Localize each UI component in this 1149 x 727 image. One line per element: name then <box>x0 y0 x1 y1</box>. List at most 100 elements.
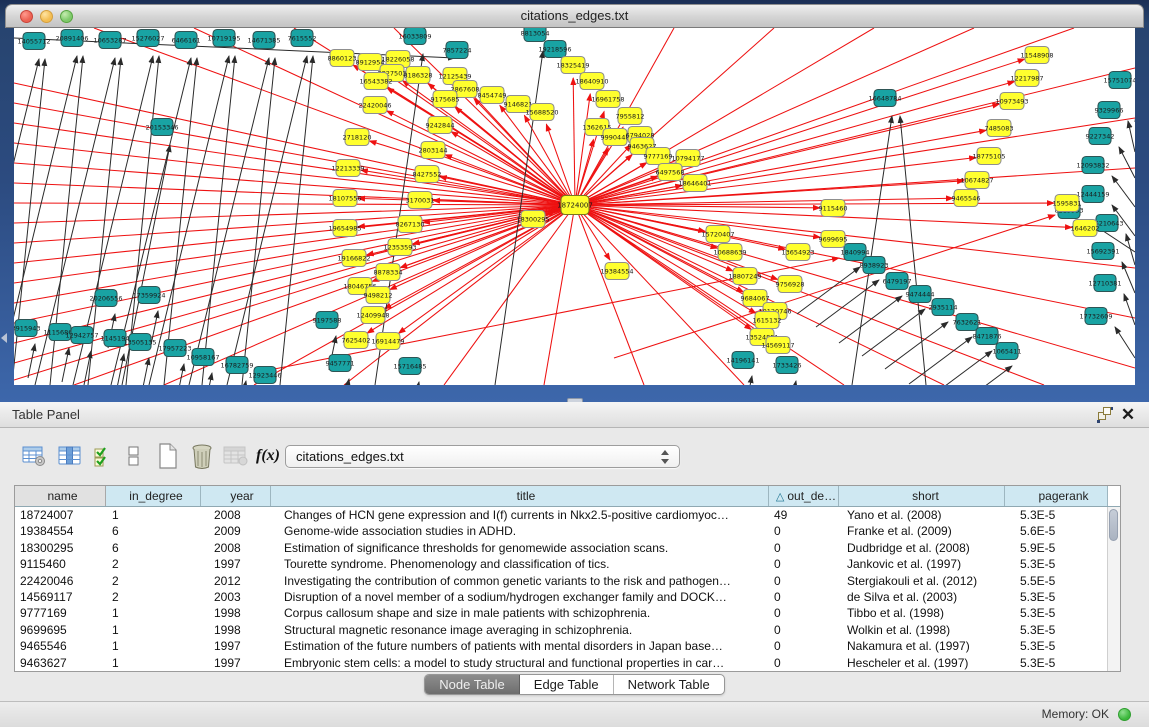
tab-network-table[interactable]: Network Table <box>614 675 724 694</box>
column-select-button[interactable] <box>56 442 84 470</box>
table-row[interactable]: 911546021997Tourette syndrome. Phenomeno… <box>15 556 1120 572</box>
table-cell: 0 <box>769 655 839 671</box>
svg-text:3170031: 3170031 <box>406 196 435 204</box>
table-cell: 22420046 <box>15 573 106 589</box>
svg-text:18775105: 18775105 <box>972 152 1005 160</box>
tab-node-table[interactable]: Node Table <box>425 675 520 694</box>
table-cell: 9777169 <box>15 605 106 621</box>
vertical-scrollbar[interactable] <box>1107 507 1120 671</box>
column-header-pagerank[interactable]: pagerank <box>1005 486 1108 506</box>
svg-text:6466161: 6466161 <box>172 36 201 44</box>
table-cell: Tourette syndrome. Phenomenology and cla… <box>271 556 769 572</box>
table-tab-bar: Node Table Edge Table Network Table <box>0 674 1149 695</box>
svg-text:14569117: 14569117 <box>761 341 794 349</box>
svg-text:7632621: 7632621 <box>953 318 982 326</box>
table-cell: 2012 <box>201 573 271 589</box>
node-table: namein_degreeyeartitle△out_de…shortpager… <box>14 485 1121 672</box>
network-window-titlebar[interactable]: citations_edges.txt <box>5 4 1144 28</box>
svg-text:2803144: 2803144 <box>419 146 448 154</box>
citation-network-graph[interactable]: 1405571220891406106532871527602764661611… <box>14 28 1135 385</box>
delete-table-button[interactable] <box>222 442 250 470</box>
table-selector-dropdown[interactable]: citations_edges.txt <box>285 445 680 468</box>
svg-text:12923446: 12923446 <box>248 371 281 379</box>
table-selector-value: citations_edges.txt <box>296 449 404 464</box>
table-gear-button[interactable] <box>20 442 48 470</box>
svg-text:15716485: 15716485 <box>393 362 426 370</box>
svg-text:16033809: 16033809 <box>398 32 431 40</box>
table-row[interactable]: 1830029562008Estimation of significance … <box>15 540 1120 556</box>
new-document-button[interactable] <box>154 442 182 470</box>
table-row[interactable]: 946554611997Estimation of the future num… <box>15 638 1120 654</box>
svg-text:9684067: 9684067 <box>741 294 770 302</box>
rows-button[interactable] <box>120 442 148 470</box>
function-builder-button[interactable]: f(x) <box>254 442 282 470</box>
table-row[interactable]: 2242004622012Investigating the contribut… <box>15 573 1120 589</box>
table-row[interactable]: 946362711997Embryonic stem cells: a mode… <box>15 655 1120 671</box>
svg-text:12409948: 12409948 <box>356 311 389 319</box>
svg-text:10674827: 10674827 <box>960 176 993 184</box>
svg-text:7485083: 7485083 <box>985 124 1014 132</box>
sidebar-collapse-arrow-icon[interactable] <box>1 333 7 343</box>
table-cell: 5.3E-5 <box>1005 605 1108 621</box>
column-header-year[interactable]: year <box>201 486 271 506</box>
svg-text:16961758: 16961758 <box>591 95 624 103</box>
table-cell: 0 <box>769 622 839 638</box>
svg-text:20891406: 20891406 <box>55 34 88 42</box>
column-header-title[interactable]: title <box>271 486 769 506</box>
svg-text:17359924: 17359924 <box>132 291 165 299</box>
table-cell: Wolkin et al. (1998) <box>839 622 1005 638</box>
svg-text:10958167: 10958167 <box>186 353 219 361</box>
svg-text:18646401: 18646401 <box>678 179 711 187</box>
table-cell: 0 <box>769 605 839 621</box>
svg-text:7857224: 7857224 <box>443 46 472 54</box>
table-cell: 2003 <box>201 589 271 605</box>
svg-text:8454749: 8454749 <box>478 91 507 99</box>
svg-text:18300295: 18300295 <box>516 215 549 223</box>
column-header-outde[interactable]: △out_de… <box>769 486 839 506</box>
svg-text:19166822: 19166822 <box>337 254 370 262</box>
table-cell: Tibbo et al. (1998) <box>839 605 1005 621</box>
svg-text:17732609: 17732609 <box>1079 312 1112 320</box>
table-row[interactable]: 977716911998Corpus callosum shape and si… <box>15 605 1120 621</box>
table-row[interactable]: 1456911722003Disruption of a novel membe… <box>15 589 1120 605</box>
table-cell: 2 <box>106 556 201 572</box>
table-cell: 1 <box>106 507 201 523</box>
svg-text:1646202: 1646202 <box>1071 224 1100 232</box>
table-cell: 2 <box>106 589 201 605</box>
tab-edge-table[interactable]: Edge Table <box>520 675 614 694</box>
close-panel-icon[interactable]: ✕ <box>1119 404 1137 424</box>
table-cell: 9115460 <box>15 556 106 572</box>
float-panel-icon[interactable] <box>1097 407 1113 423</box>
table-row[interactable]: 1938455462009Genome-wide association stu… <box>15 523 1120 539</box>
table-cell: Franke et al. (2009) <box>839 523 1005 539</box>
table-row[interactable]: 969969511998Structural magnetic resonanc… <box>15 622 1120 638</box>
table-cell: 5.3E-5 <box>1005 622 1108 638</box>
memory-status-indicator[interactable] <box>1118 708 1131 721</box>
table-row[interactable]: 1872400712008Changes of HCN gene express… <box>15 507 1120 523</box>
svg-text:12125439: 12125439 <box>438 72 471 80</box>
svg-text:9699695: 9699695 <box>819 235 848 243</box>
table-cell: 9699695 <box>15 622 106 638</box>
svg-text:19654985: 19654985 <box>328 224 361 232</box>
network-view[interactable]: 1405571220891406106532871527602764661611… <box>14 28 1135 385</box>
svg-text:2718120: 2718120 <box>343 133 372 141</box>
svg-text:19218596: 19218596 <box>538 45 571 53</box>
table-cell: 5.3E-5 <box>1005 589 1108 605</box>
sort-ascending-icon: △ <box>776 491 784 503</box>
svg-text:9474444: 9474444 <box>906 290 935 298</box>
svg-text:20153346: 20153346 <box>145 123 178 131</box>
delete-trash-button[interactable] <box>188 442 216 470</box>
svg-text:1595831: 1595831 <box>1053 199 1082 207</box>
svg-text:6479197: 6479197 <box>883 277 912 285</box>
column-header-short[interactable]: short <box>839 486 1005 506</box>
svg-text:9457771: 9457771 <box>326 359 355 367</box>
column-header-indegree[interactable]: in_degree <box>106 486 201 506</box>
svg-text:1840994: 1840994 <box>841 248 870 256</box>
checklist-button[interactable] <box>90 442 118 470</box>
function-builder-icon: f(x) <box>256 447 280 465</box>
scrollbar-thumb[interactable] <box>1109 509 1118 541</box>
table-cell: de Silva et al. (2003) <box>839 589 1005 605</box>
svg-text:9465546: 9465546 <box>952 194 981 202</box>
column-header-name[interactable]: name <box>15 486 106 506</box>
svg-text:12942757: 12942757 <box>65 331 98 339</box>
